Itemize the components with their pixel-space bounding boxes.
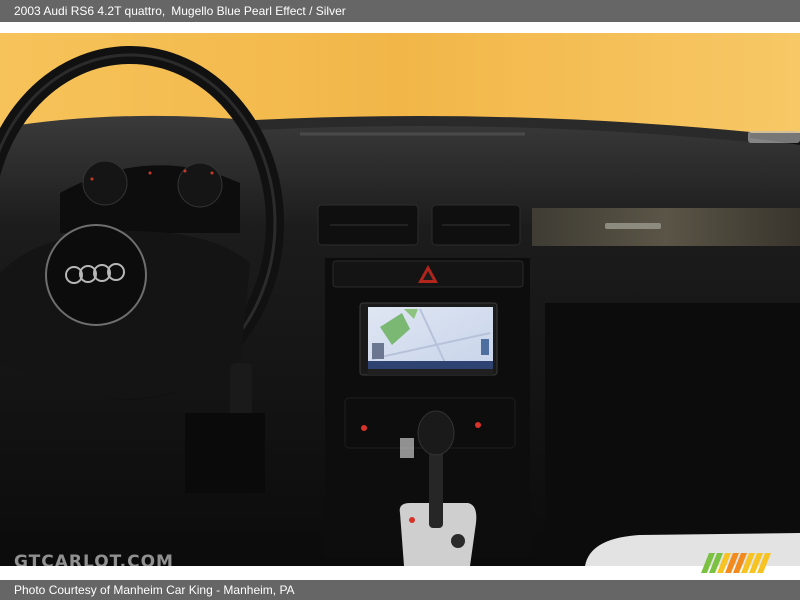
photo-credit-bar: Photo Courtesy of Manheim Car King - Man… xyxy=(0,580,800,600)
watermark-text: GTCARLOT.COM xyxy=(14,552,174,572)
vehicle-title: 2003 Audi RS6 4.2T quattro, xyxy=(14,4,166,18)
photo-credit: Photo Courtesy of Manheim Car King - Man… xyxy=(14,583,295,597)
title-bar: 2003 Audi RS6 4.2T quattro, Mugello Blue … xyxy=(0,0,800,22)
logo-stripes-icon xyxy=(701,553,771,573)
vehicle-color: Mugello Blue Pearl Effect / Silver xyxy=(171,4,346,18)
car-interior-photo xyxy=(0,33,800,566)
